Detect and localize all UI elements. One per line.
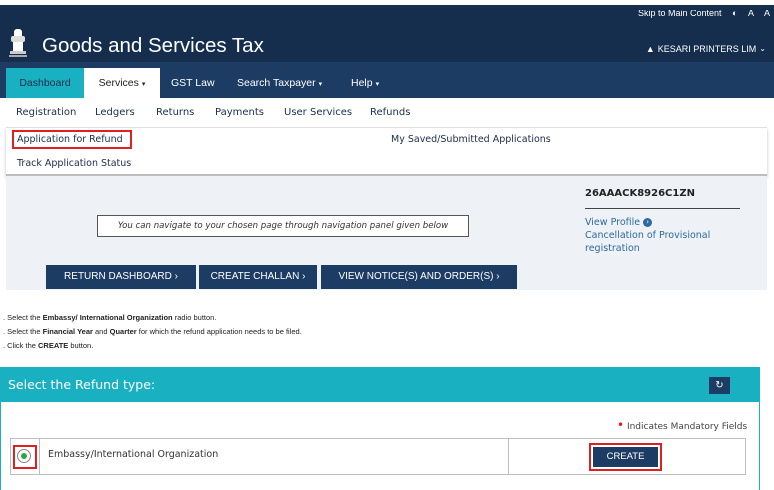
- nav-help[interactable]: Help ▾: [351, 68, 379, 98]
- instruction-bold: Embassy/ International Organization: [42, 313, 173, 322]
- instruction-text: radio button.: [172, 313, 217, 322]
- caret-down-icon: ▾: [318, 81, 323, 88]
- instruction-step-3: . Click the CREATE button.: [3, 341, 93, 350]
- instruction-bold: Quarter: [109, 327, 137, 336]
- subnav-payments[interactable]: Payments: [215, 98, 264, 128]
- nav-search-taxpayer-label: Search Taxpayer: [237, 77, 316, 89]
- nav-gst-law[interactable]: GST Law: [171, 68, 215, 98]
- instruction-step-2: . Select the Financial Year and Quarter …: [3, 327, 302, 336]
- application-for-refund-link[interactable]: Application for Refund: [17, 133, 123, 146]
- view-profile-label: View Profile: [585, 217, 641, 228]
- user-name: KESARI PRINTERS LIM: [657, 44, 757, 54]
- cancellation-link[interactable]: Cancellation of Provisional: [585, 230, 710, 242]
- instruction-text: . Click the: [3, 341, 39, 350]
- mandatory-fields-note: • Indicates Mandatory Fields: [617, 418, 748, 432]
- subnav-refunds[interactable]: Refunds: [370, 98, 410, 128]
- nav-dashboard[interactable]: Dashboard: [6, 68, 84, 98]
- radio-selected-dot: [21, 453, 27, 459]
- instruction-step-1: . Select the Embassy/ International Orga…: [3, 313, 216, 322]
- instruction-text: for which the refund application needs t…: [136, 327, 302, 336]
- instruction-bold: CREATE: [38, 341, 69, 350]
- site-title[interactable]: Goods and Services Tax: [42, 33, 264, 59]
- caret-down-icon: ▾: [141, 81, 146, 88]
- embassy-option-label[interactable]: Embassy/International Organization: [48, 449, 218, 460]
- subnav-returns[interactable]: Returns: [156, 98, 194, 128]
- nav-services[interactable]: Services ▾: [84, 68, 160, 98]
- nav-gst-law-label: GST Law: [171, 77, 215, 89]
- divider: [508, 438, 509, 475]
- return-dashboard-button[interactable]: RETURN DASHBOARD ›: [46, 265, 196, 289]
- view-notices-orders-button[interactable]: VIEW NOTICE(S) AND ORDER(S) ›: [321, 265, 517, 289]
- create-button[interactable]: CREATE: [593, 447, 658, 467]
- divider: [585, 208, 740, 209]
- main-nav: Dashboard Services ▾ GST Law Search Taxpa…: [0, 62, 774, 98]
- nav-dashboard-label: Dashboard: [19, 77, 71, 89]
- track-application-status-link[interactable]: Track Application Status: [17, 157, 131, 170]
- required-dot-icon: •: [617, 418, 625, 432]
- skip-bar: Skip to Main Content ◐ A A: [630, 10, 770, 18]
- subnav-ledgers[interactable]: Ledgers: [95, 98, 135, 128]
- refund-type-panel-header: Select the Refund type: ↻: [0, 367, 760, 402]
- refresh-icon[interactable]: ↻: [709, 377, 730, 394]
- create-challan-button[interactable]: CREATE CHALLAN ›: [199, 265, 317, 289]
- instruction-text: and: [92, 327, 110, 336]
- caret-down-icon: ▾: [375, 81, 380, 88]
- navigation-notice: You can navigate to your chosen page thr…: [97, 215, 469, 237]
- site-header: Skip to Main Content ◐ A A Goods and Ser…: [0, 5, 774, 62]
- instruction-text: button.: [68, 341, 94, 350]
- services-subnav: Registration Ledgers Returns Payments Us…: [6, 98, 767, 128]
- gst-portal-screenshot: Skip to Main Content ◐ A A Goods and Ser…: [0, 0, 774, 490]
- subnav-registration[interactable]: Registration: [16, 98, 76, 128]
- gstin-value: 26AAACK8926C1ZN: [585, 188, 695, 199]
- instruction-text: . Select the: [3, 313, 43, 322]
- nav-search-taxpayer[interactable]: Search Taxpayer ▾: [237, 68, 322, 98]
- instruction-text: . Select the: [3, 327, 43, 336]
- skip-to-main-link[interactable]: Skip to Main Content: [638, 10, 722, 18]
- font-increase-button[interactable]: A: [764, 10, 770, 18]
- view-profile-link[interactable]: View Profile ›: [585, 217, 653, 229]
- instruction-bold: Financial Year: [42, 327, 93, 336]
- panel-title: Select the Refund type:: [8, 377, 156, 392]
- arrow-right-circle-icon: ›: [643, 218, 653, 227]
- font-decrease-button[interactable]: A: [748, 10, 754, 18]
- national-emblem-icon: [9, 29, 27, 57]
- mandatory-text: Indicates Mandatory Fields: [626, 422, 748, 432]
- nav-services-label: Services: [98, 77, 139, 89]
- refunds-dropdown: Application for Refund Track Application…: [6, 128, 767, 176]
- divider: [39, 438, 40, 475]
- user-menu[interactable]: ▲ KESARI PRINTERS LIM ⌄: [646, 43, 766, 55]
- saved-submitted-applications-link[interactable]: My Saved/Submitted Applications: [391, 133, 551, 146]
- embassy-radio[interactable]: [17, 449, 31, 463]
- subnav-user-services[interactable]: User Services: [284, 98, 352, 128]
- nav-help-label: Help: [351, 77, 373, 89]
- user-icon: ▲: [645, 44, 655, 54]
- chevron-down-icon: ⌄: [759, 44, 766, 53]
- cancellation-link-line2[interactable]: registration: [585, 243, 640, 255]
- contrast-icon[interactable]: ◐: [732, 10, 737, 18]
